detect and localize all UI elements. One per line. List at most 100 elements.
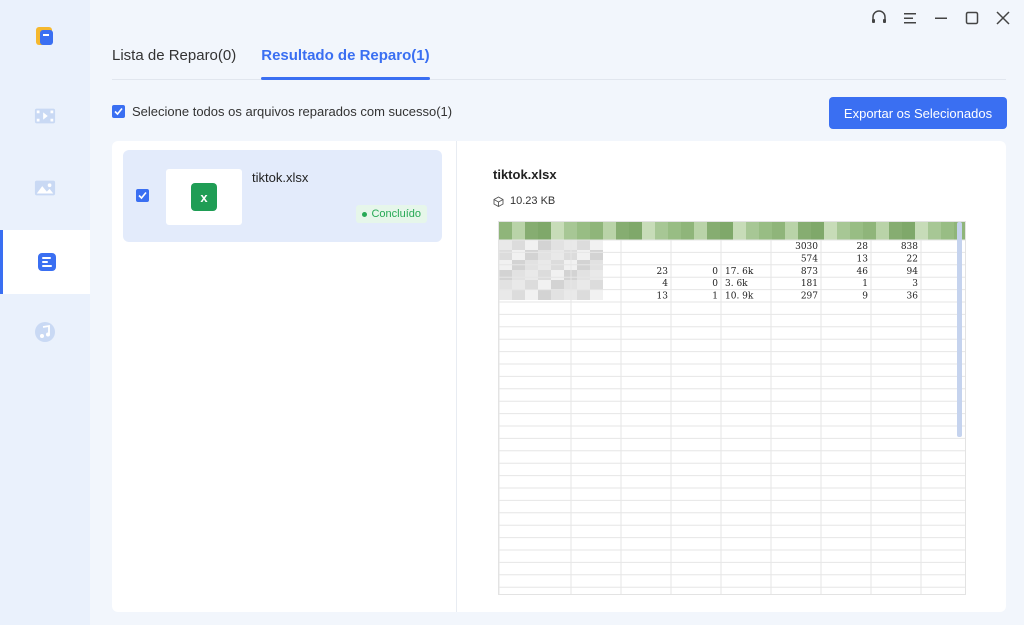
select-all-label: Selecione todos os arquivos reparados co… (132, 104, 453, 119)
header-band-cell (681, 222, 694, 240)
file-checkbox[interactable] (136, 189, 149, 202)
redacted-cell (538, 240, 551, 250)
redacted-cell (512, 250, 525, 260)
cell-value: 23 (657, 267, 669, 277)
export-selected-button[interactable]: Exportar os Selecionados (829, 97, 1007, 129)
window-controls (870, 8, 1012, 28)
cell-value: 13 (657, 292, 669, 302)
music-icon (34, 321, 56, 343)
check-icon (114, 107, 123, 116)
cell-value: 46 (857, 267, 869, 277)
cell-value: 22 (907, 254, 918, 264)
header-band-cell (499, 222, 512, 240)
maximize-icon[interactable] (963, 9, 981, 27)
redacted-cell (577, 270, 590, 280)
header-band-cell (850, 222, 863, 240)
header-band-cell (811, 222, 824, 240)
cell-value: 10. 9k (725, 292, 754, 302)
tab-repair-result[interactable]: Resultado de Reparo(1) (261, 38, 430, 80)
excel-file-icon: x (191, 183, 217, 211)
redacted-cell (512, 280, 525, 290)
redacted-cell (538, 270, 551, 280)
redacted-cell (577, 290, 590, 300)
status-label: Concluído (371, 208, 421, 220)
preview-title: tiktok.xlsx (493, 167, 557, 182)
header-band-cell (668, 222, 681, 240)
header-band-cell (915, 222, 928, 240)
header-band-cell (707, 222, 720, 240)
cell-value: 3 (912, 279, 918, 289)
header-band-cell (642, 222, 655, 240)
menu-icon[interactable] (901, 9, 919, 27)
cell-value: 0 (712, 279, 718, 289)
header-band-cell (564, 222, 577, 240)
sidebar-item-audio[interactable] (0, 300, 90, 364)
select-all-checkbox[interactable] (112, 105, 125, 118)
header-band-cell (551, 222, 564, 240)
cell-value: 3. 6k (725, 279, 748, 289)
sidebar-item-photo[interactable] (0, 156, 90, 220)
header-band-cell (733, 222, 746, 240)
redacted-cell (551, 270, 564, 280)
header-band-cell (759, 222, 772, 240)
preview-size: 10.23 KB (493, 195, 555, 207)
redacted-cell (538, 250, 551, 260)
redacted-cell (499, 250, 512, 260)
header-band-cell (824, 222, 837, 240)
support-headset-icon[interactable] (870, 9, 888, 27)
file-card[interactable]: x tiktok.xlsx Concluído (123, 150, 442, 242)
preview-scrollbar[interactable] (957, 222, 962, 437)
header-band-cell (837, 222, 850, 240)
cell-value: 36 (907, 292, 919, 302)
close-icon[interactable] (994, 9, 1012, 27)
cell-value: 297 (801, 292, 818, 302)
file-thumbnail: x (166, 169, 242, 225)
header-band-cell (525, 222, 538, 240)
header-band-cell (590, 222, 603, 240)
cell-value: 838 (901, 242, 918, 252)
redacted-cell (551, 250, 564, 260)
redacted-cell (590, 280, 603, 290)
header-band-cell (863, 222, 876, 240)
redacted-cell (577, 280, 590, 290)
header-band-cell (512, 222, 525, 240)
redacted-cell (512, 290, 525, 300)
header-band-cell (720, 222, 733, 240)
redacted-cell (577, 240, 590, 250)
header-band-cell (577, 222, 590, 240)
check-icon (138, 191, 147, 200)
header-band-cell (902, 222, 915, 240)
cell-value: 181 (801, 279, 818, 289)
app-logo (0, 4, 90, 68)
result-panel: x tiktok.xlsx Concluído tiktok.xlsx 10.2… (112, 141, 1006, 612)
file-size-cube-icon (493, 195, 504, 207)
header-band-cell (798, 222, 811, 240)
file-name: tiktok.xlsx (252, 170, 309, 185)
document-icon (36, 251, 58, 273)
sidebar-item-video[interactable] (0, 84, 90, 148)
redacted-cell (512, 270, 525, 280)
cell-value: 3030 (795, 242, 818, 252)
redacted-cell (551, 240, 564, 250)
minimize-icon[interactable] (932, 9, 950, 27)
cell-value: 873 (801, 267, 818, 277)
cell-value: 0 (712, 267, 718, 277)
header-band-cell (928, 222, 941, 240)
video-icon (34, 105, 56, 127)
sidebar-item-document[interactable] (0, 230, 90, 294)
file-size-value: 10.23 KB (510, 195, 556, 207)
header-band-cell (746, 222, 759, 240)
redacted-cell (538, 280, 551, 290)
redacted-cell (590, 250, 603, 260)
header-band-cell (889, 222, 902, 240)
spreadsheet-grid: 3030 28 838574 13 2223 0 17. 6k 873 46 944 0 3. 6k 1… (499, 222, 965, 594)
cell-value: 94 (907, 267, 919, 277)
redacted-cell (499, 240, 512, 250)
redacted-cell (525, 240, 538, 250)
header-band-cell (941, 222, 954, 240)
tab-repair-list[interactable]: Lista de Reparo(0) (112, 38, 236, 80)
redacted-cell (538, 290, 551, 300)
redacted-cell (525, 270, 538, 280)
cell-value: 13 (857, 254, 869, 264)
header-band-cell (538, 222, 551, 240)
